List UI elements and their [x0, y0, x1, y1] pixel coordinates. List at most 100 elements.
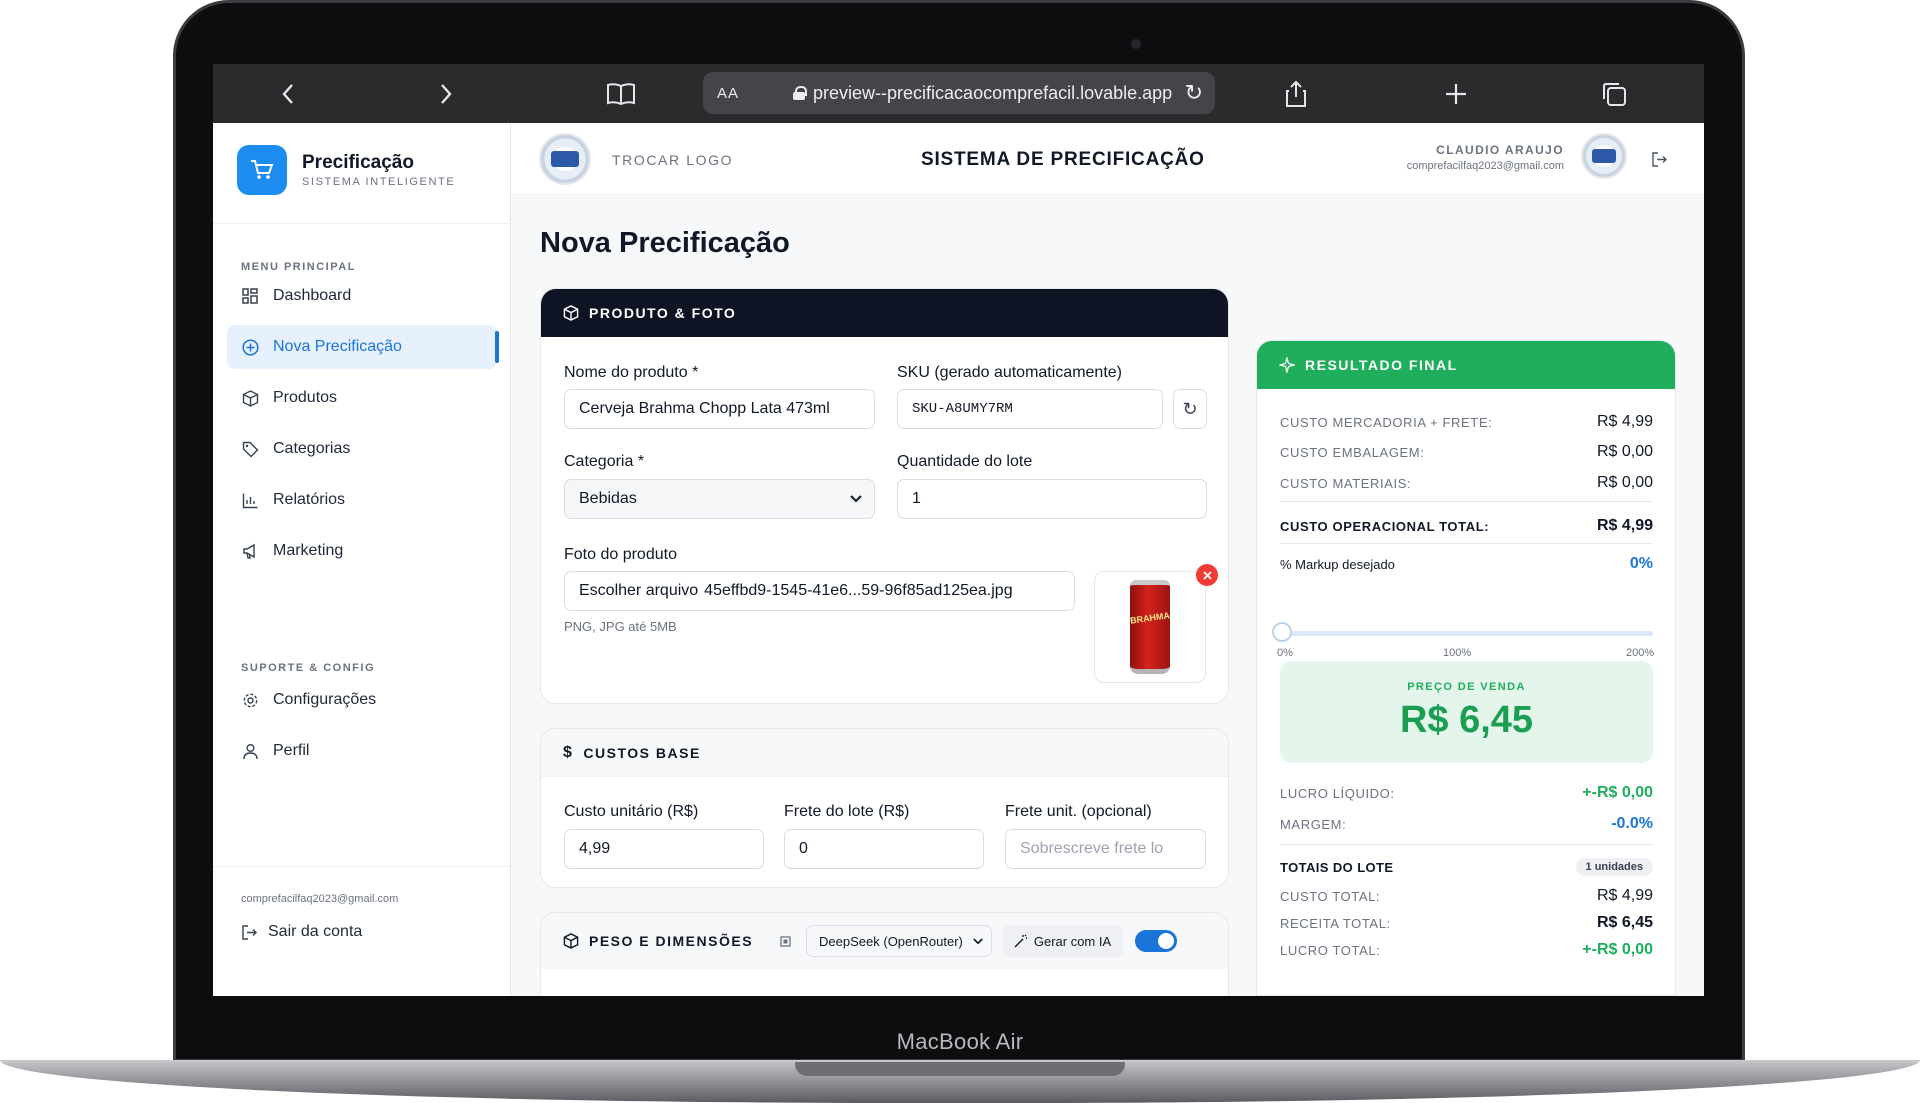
bookmarks-icon[interactable]	[605, 78, 637, 110]
close-icon	[1202, 570, 1212, 580]
regenerate-sku-button[interactable]: ↻	[1173, 389, 1207, 429]
magic-wand-icon	[1014, 934, 1028, 948]
url-text: preview--precificacaocomprefacil.lovable…	[813, 82, 1173, 103]
menu-heading: MENU PRINCIPAL	[241, 261, 356, 273]
product-photo-preview: BRAHMA	[1094, 571, 1206, 683]
plus-circle-icon	[241, 338, 259, 356]
result-row: CUSTO MERCADORIA + FRETE: R$ 4,99	[1280, 413, 1653, 430]
generate-ai-button[interactable]: Gerar com IA	[1001, 925, 1124, 957]
divider	[1280, 543, 1653, 544]
result-row: CUSTO MATERIAIS: R$ 0,00	[1280, 474, 1653, 491]
sidebar-item-label: Marketing	[273, 542, 344, 559]
grid-icon	[241, 287, 259, 305]
change-logo-button[interactable]: TROCAR LOGO	[612, 152, 733, 168]
refresh-icon: ↻	[1182, 398, 1198, 419]
ai-toggle[interactable]	[1135, 930, 1178, 952]
sidebar-item-label: Produtos	[273, 389, 338, 406]
device-brand: MacBook Air	[896, 1029, 1024, 1054]
logout-label: Sair da conta	[268, 923, 363, 940]
result-card: RESULTADO FINAL CUSTO MERCADORIA + FRETE…	[1256, 340, 1676, 996]
address-bar[interactable]: AA preview--precificacaocomprefacil.lova…	[703, 72, 1215, 114]
file-input[interactable]: Escolher arquivo 45effbd9-1545-41e6...59…	[564, 571, 1075, 611]
result-row: LUCRO TOTAL: +-R$ 0,00	[1280, 941, 1653, 958]
category-select[interactable]: Bebidas	[564, 479, 875, 519]
sidebar: Precificação SISTEMA INTELIGENTE MENU PR…	[213, 123, 511, 996]
megaphone-icon	[241, 542, 259, 560]
tick-label: 100%	[1443, 647, 1472, 659]
tabs-overview-icon[interactable]	[1599, 78, 1629, 110]
system-title: SISTEMA DE PRECIFICAÇÃO	[921, 149, 1205, 170]
gear-icon	[241, 691, 259, 709]
photo-label: Foto do produto	[564, 546, 677, 563]
ai-model-select[interactable]: DeepSeek (OpenRouter)	[806, 925, 992, 957]
top-header: TROCAR LOGO SISTEMA DE PRECIFICAÇÃO CLAU…	[511, 123, 1704, 195]
costs-card: $ CUSTOS BASE Custo unitário (R$) 4,99 F…	[540, 728, 1229, 888]
product-card: PRODUTO & FOTO Nome do produto * Cerveja…	[540, 288, 1229, 704]
lot-freight-label: Frete do lote (R$)	[784, 803, 910, 820]
product-name-label: Nome do produto *	[564, 364, 699, 381]
exit-icon[interactable]	[1651, 151, 1668, 173]
unit-freight-label: Frete unit. (opcional)	[1005, 803, 1152, 820]
generate-ai-label: Gerar com IA	[1033, 933, 1112, 949]
markup-slider-thumb[interactable]	[1272, 622, 1292, 642]
reload-icon[interactable]: ↻	[1185, 80, 1203, 106]
lot-totals-row: TOTAIS DO LOTE 1 unidades	[1280, 858, 1653, 876]
app-logo[interactable]: Precificação SISTEMA INTELIGENTE	[237, 145, 455, 195]
product-name-input[interactable]: Cerveja Brahma Chopp Lata 473ml	[564, 389, 875, 429]
markup-row: % Markup desejado 0%	[1280, 555, 1653, 572]
result-header: RESULTADO FINAL	[1257, 341, 1675, 389]
reader-aa[interactable]: AA	[717, 85, 739, 102]
app-subtitle: SISTEMA INTELIGENTE	[302, 176, 456, 188]
browser-toolbar: AA preview--precificacaocomprefacil.lova…	[213, 64, 1704, 123]
sale-price-value: R$ 6,45	[1399, 699, 1534, 741]
sidebar-item-label: Nova Precificação	[273, 338, 402, 355]
back-icon[interactable]	[273, 78, 303, 110]
sidebar-item-categorias[interactable]: Categorias	[227, 427, 497, 471]
result-row-total: CUSTO OPERACIONAL TOTAL: R$ 4,99	[1280, 517, 1653, 534]
sidebar-item-dashboard[interactable]: Dashboard	[227, 274, 497, 318]
share-icon[interactable]	[1281, 78, 1311, 110]
logout-button[interactable]: Sair da conta	[241, 923, 362, 941]
weight-card-header: PESO E DIMENSÕES DeepSeek (OpenRouter) G…	[541, 913, 1228, 969]
sidebar-item-relatorios[interactable]: Relatórios	[227, 478, 497, 522]
sidebar-item-label: Relatórios	[273, 491, 346, 508]
unit-freight-input[interactable]: Sobrescreve frete lo	[1005, 829, 1206, 869]
qty-input[interactable]: 1	[897, 479, 1207, 519]
card-title: CUSTOS BASE	[583, 744, 701, 761]
remove-photo-button[interactable]	[1196, 564, 1218, 586]
tick-label: 200%	[1626, 647, 1655, 659]
category-value: Bebidas	[579, 490, 637, 507]
sku-label: SKU (gerado automaticamente)	[897, 364, 1122, 381]
avatar[interactable]	[1581, 133, 1627, 179]
costs-card-header: $ CUSTOS BASE	[541, 729, 1228, 777]
sidebar-item-label: Perfil	[273, 742, 310, 759]
card-title: PRODUTO & FOTO	[589, 305, 737, 321]
beer-can-image: BRAHMA	[1129, 580, 1171, 674]
markup-slider[interactable]	[1280, 631, 1653, 636]
unit-cost-input[interactable]: 4,99	[564, 829, 764, 869]
sidebar-item-perfil[interactable]: Perfil	[227, 729, 497, 773]
laptop-notch	[795, 1062, 1125, 1076]
sidebar-item-marketing[interactable]: Marketing	[227, 529, 497, 573]
sidebar-item-nova-precificacao[interactable]: Nova Precificação	[227, 325, 499, 369]
sidebar-item-label: Categorias	[273, 440, 351, 457]
company-logo[interactable]	[539, 133, 591, 185]
page-title: Nova Precificação	[540, 227, 790, 259]
category-label: Categoria *	[564, 453, 645, 470]
forward-icon[interactable]	[431, 78, 461, 110]
user-info: CLAUDIO ARAUJO comprefacilfaq2023@gmail.…	[1407, 143, 1564, 172]
photo-hint: PNG, JPG até 5MB	[564, 619, 677, 634]
qty-label: Quantidade do lote	[897, 453, 1033, 470]
toggle-knob	[1158, 933, 1175, 949]
chevron-down-icon	[973, 937, 983, 945]
can-brand-text: BRAHMA	[1129, 610, 1171, 626]
sidebar-item-configuracoes[interactable]: Configurações	[227, 678, 497, 722]
lot-freight-input[interactable]: 0	[784, 829, 984, 869]
choose-file-button[interactable]: Escolher arquivo	[579, 582, 698, 600]
sidebar-item-label: Dashboard	[273, 287, 352, 304]
sku-input[interactable]: SKU-A8UMY7RM	[897, 389, 1163, 429]
support-heading: SUPORTE & CONFIG	[241, 662, 376, 674]
new-tab-icon[interactable]	[1441, 78, 1471, 110]
lock-icon	[793, 86, 808, 100]
sidebar-item-produtos[interactable]: Produtos	[227, 376, 497, 420]
